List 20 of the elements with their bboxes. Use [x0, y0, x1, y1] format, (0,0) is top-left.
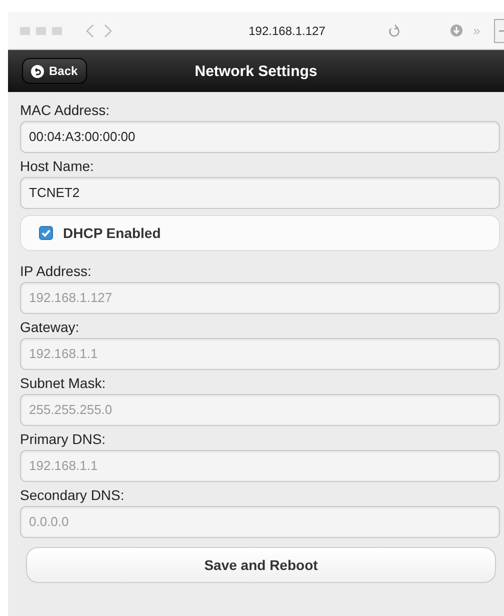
- save-button[interactable]: Save and Reboot: [26, 547, 496, 583]
- field-label: IP Address:: [20, 262, 92, 281]
- checkbox-row[interactable]: DHCP Enabled: [20, 215, 500, 251]
- field-label: Secondary DNS:: [20, 486, 126, 505]
- page-title: Network Settings: [194, 62, 318, 80]
- address-bar[interactable]: 192.168.1.127: [202, 24, 372, 38]
- input-field[interactable]: 00:04:A3:00:00:00: [20, 121, 500, 153]
- checkbox-label: DHCP Enabled: [63, 225, 161, 241]
- field-label: Subnet Mask:: [20, 374, 107, 393]
- download-icon[interactable]: [450, 24, 463, 37]
- field-label: Gateway:: [20, 318, 80, 337]
- checkbox[interactable]: [39, 226, 53, 240]
- undo-icon: [31, 64, 44, 78]
- reload-icon[interactable]: [388, 24, 400, 38]
- back-button[interactable]: Back: [22, 58, 87, 84]
- field-label: MAC Address:: [20, 101, 110, 120]
- field-label: Primary DNS:: [20, 430, 107, 449]
- checkmark-icon: [41, 228, 51, 238]
- field-label: Host Name:: [20, 157, 95, 176]
- input-field[interactable]: TCNET2: [20, 177, 500, 209]
